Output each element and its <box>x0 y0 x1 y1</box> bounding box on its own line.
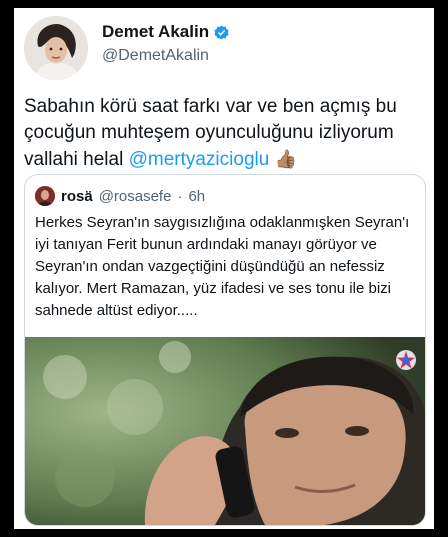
quote-timestamp[interactable]: 6h <box>188 188 205 205</box>
quote-text: Herkes Seyran'ın saygısızlığına odaklanm… <box>35 214 410 319</box>
author-name-row[interactable]: Demet Akalin <box>102 22 229 42</box>
author-handle[interactable]: @DemetAkalin <box>102 47 209 65</box>
thumbs-up-emoji: 👍🏽 <box>274 149 297 169</box>
mention-link[interactable]: @mertyazicioglu <box>129 149 270 170</box>
channel-star-logo-icon <box>396 350 416 370</box>
quote-author-name[interactable]: rosä <box>61 188 93 205</box>
author-name[interactable]: Demet Akalin <box>102 22 209 42</box>
quote-avatar[interactable] <box>35 186 55 206</box>
quoted-tweet[interactable]: rosä @rosasefe · 6h Herkes Seyran'ın say… <box>24 174 426 526</box>
author-avatar[interactable] <box>24 16 88 80</box>
quote-header: rosä @rosasefe · 6h <box>35 186 205 206</box>
quote-author-handle[interactable]: @rosasefe <box>99 188 172 205</box>
tweet-text: Sabahın körü saat farkı var ve ben açmış… <box>24 94 428 173</box>
quote-media-image[interactable] <box>25 337 425 525</box>
tweet-card: Demet Akalin @DemetAkalin Sabahın körü s… <box>14 8 434 529</box>
quote-separator: · <box>177 187 183 205</box>
verified-badge-icon <box>214 24 229 40</box>
